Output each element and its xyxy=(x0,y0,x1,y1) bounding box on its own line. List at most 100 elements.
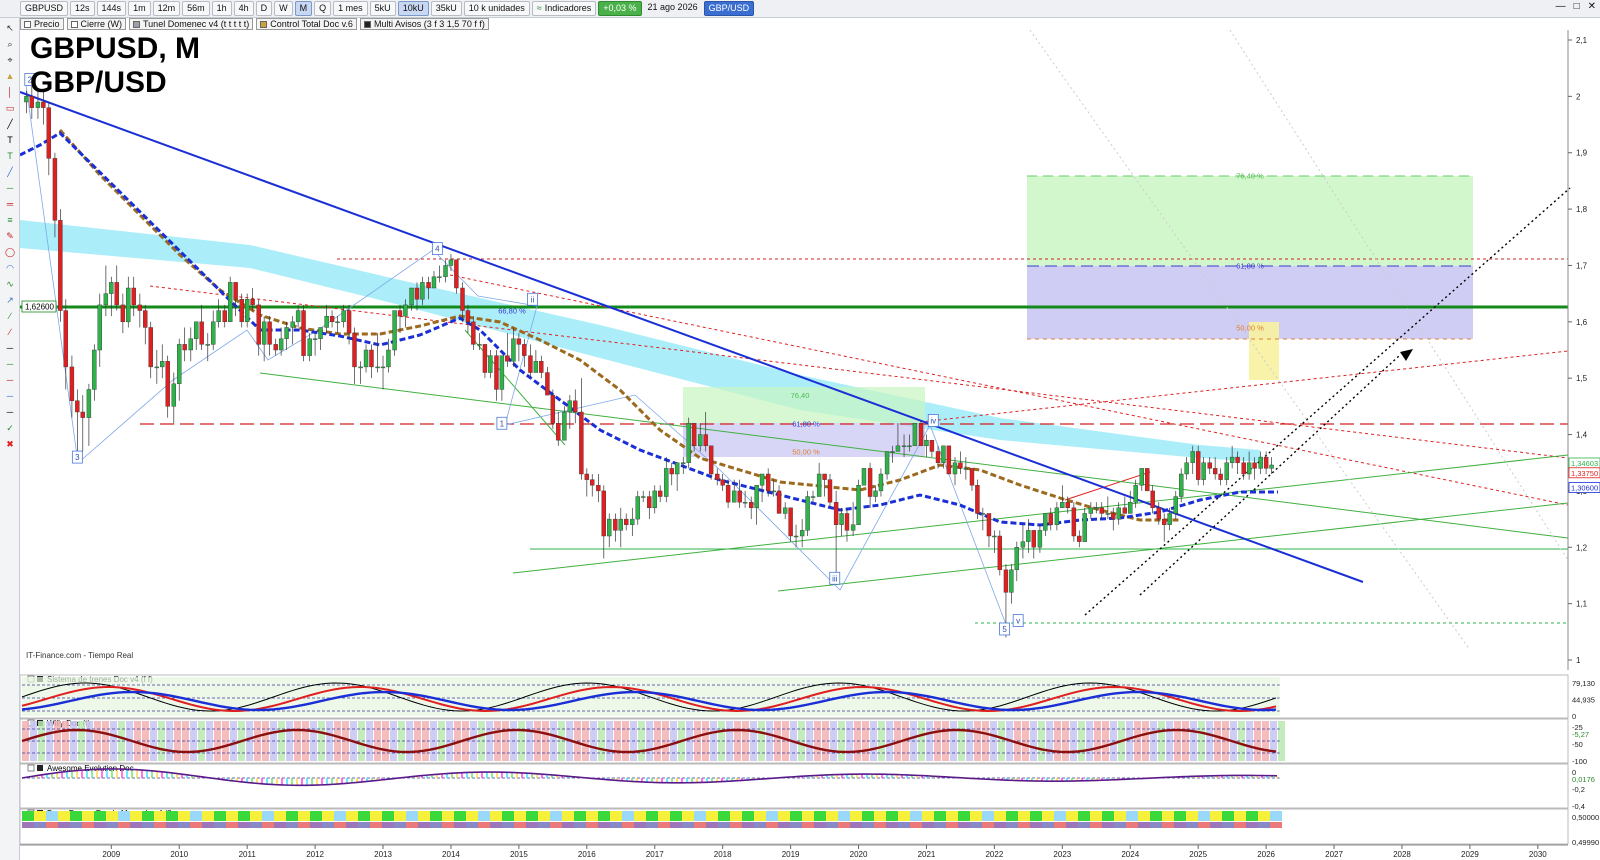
restore-icon[interactable]: □ xyxy=(1574,1,1580,12)
force-bar xyxy=(22,811,34,821)
panel-tick-label: 79,130 xyxy=(1572,679,1595,688)
red-hline-tool-icon[interactable]: ─ xyxy=(3,374,17,386)
red-line-tool-icon[interactable]: ∕ xyxy=(3,326,17,338)
timeframe-button[interactable]: 144s xyxy=(96,1,127,16)
timeframe-button[interactable]: 1m xyxy=(128,1,151,16)
force-bar xyxy=(1054,811,1066,821)
checkmark-icon[interactable]: ✓ xyxy=(3,422,17,434)
text-tool-icon[interactable]: T xyxy=(3,134,17,146)
candle-body xyxy=(765,473,771,492)
indicator-legend-item[interactable]: Multi Avisos (3 f 3 1,5 70 f f) xyxy=(359,18,489,30)
time-tick-label: 2020 xyxy=(850,850,868,859)
force-bar xyxy=(790,811,802,821)
timeframe-button[interactable]: Q xyxy=(314,1,332,16)
black-hline-tool-2-icon[interactable]: ─ xyxy=(3,406,17,418)
force-bar-bottom xyxy=(826,822,838,828)
candle-body xyxy=(284,327,289,339)
black-hline-tool-icon[interactable]: ─ xyxy=(3,342,17,354)
force-bar-bottom xyxy=(1006,822,1018,828)
force-bar xyxy=(1114,811,1126,821)
indicator-legend-item[interactable]: Control Total Doc v.6 xyxy=(256,18,357,30)
panel-checkbox-icon[interactable] xyxy=(27,764,35,772)
candle-body xyxy=(850,524,856,531)
minimize-icon[interactable]: — xyxy=(1556,1,1566,12)
volume-button[interactable]: 10kU xyxy=(397,1,429,16)
candle-body xyxy=(465,310,471,323)
candle-body xyxy=(516,338,522,345)
price-tag-text: 1,33750 xyxy=(1571,469,1598,478)
indicator-legend-item[interactable]: Precio xyxy=(20,18,64,30)
force-bar xyxy=(382,811,394,821)
price-tick-label: 1,7 xyxy=(1576,261,1588,270)
time-tick-label: 2029 xyxy=(1461,850,1479,859)
symbol-selector[interactable]: GBPUSD xyxy=(20,1,69,16)
indicator-legend-item[interactable]: Cierre (W) xyxy=(66,18,127,30)
volume-button[interactable]: 5kU xyxy=(369,1,396,16)
arrow-tool-icon[interactable]: ↗ xyxy=(3,294,17,306)
force-bar-bottom xyxy=(274,822,286,828)
timeframe-button[interactable]: 12s xyxy=(70,1,95,16)
timeframe-button[interactable]: 12m xyxy=(152,1,181,16)
units-selector[interactable]: 10 k unidades xyxy=(463,1,530,16)
timeframe-button[interactable]: M xyxy=(294,1,313,16)
fib-label-upper: 50,00 % xyxy=(1236,323,1264,332)
candle-body xyxy=(63,310,68,368)
fib-label-lower: 61,80 % xyxy=(792,419,820,428)
candle-body xyxy=(975,485,980,514)
force-bar xyxy=(142,811,154,821)
timeframe-button[interactable]: 56m xyxy=(182,1,210,16)
trendline-tool-icon[interactable]: ╱ xyxy=(3,166,17,178)
force-bar-bottom xyxy=(898,822,910,828)
channel-tool-icon[interactable]: ═ xyxy=(3,198,17,210)
pen-tool-icon[interactable]: ∕ xyxy=(3,310,17,322)
rectangle-tool-icon[interactable]: ▭ xyxy=(3,102,17,114)
wave-label-text: iv xyxy=(930,416,936,425)
force-bar-bottom xyxy=(490,822,502,828)
pencil-tool-icon[interactable]: ✎ xyxy=(3,230,17,242)
candle-body xyxy=(482,344,488,373)
force-bar xyxy=(1090,811,1102,821)
line-tool-icon[interactable]: ╱ xyxy=(3,118,17,130)
force-bar xyxy=(946,811,958,821)
timeframe-button[interactable]: W xyxy=(274,1,293,16)
green-hline-tool-icon[interactable]: ─ xyxy=(3,358,17,370)
force-bar-bottom xyxy=(406,822,418,828)
ellipse-tool-icon[interactable]: ◯ xyxy=(3,246,17,258)
timeframe-button[interactable]: 4h xyxy=(233,1,254,16)
level-label-1626: 1,62600 xyxy=(21,300,57,313)
zoom-area-icon[interactable]: ⌖ xyxy=(3,54,17,66)
wave-tool-icon[interactable]: ∿ xyxy=(3,278,17,290)
indicators-button[interactable]: ≈ Indicadores xyxy=(531,1,597,16)
ruler-tool-icon[interactable]: │ xyxy=(3,86,17,98)
candle-body xyxy=(1105,513,1111,515)
zoom-tool-icon[interactable]: ⌕ xyxy=(3,38,17,50)
force-bar-bottom xyxy=(730,822,742,828)
gbpusd-monthly-chart[interactable]: 2,121,91,81,71,61,51,41,31,21,11 1,34603… xyxy=(0,0,1600,860)
delete-icon[interactable]: ✖ xyxy=(3,438,17,450)
force-bar-bottom xyxy=(958,822,970,828)
blue-hline-tool-icon[interactable]: ─ xyxy=(3,390,17,402)
timeframe-button[interactable]: D xyxy=(255,1,273,16)
force-bar xyxy=(514,811,526,821)
timeframe-button[interactable]: 1h xyxy=(211,1,232,16)
indicator-panel-frame xyxy=(19,763,1569,809)
force-bar-bottom xyxy=(1162,822,1174,828)
fib-tool-icon[interactable]: ≡ xyxy=(3,214,17,226)
force-bar-bottom xyxy=(454,822,466,828)
close-icon[interactable]: ✕ xyxy=(1588,1,1596,12)
candle-body xyxy=(477,344,482,346)
candle-body xyxy=(24,96,29,103)
period-selector[interactable]: 1 mes xyxy=(333,1,368,16)
hline-tool-icon[interactable]: ─ xyxy=(3,182,17,194)
measure-tool-icon[interactable]: ▲ xyxy=(3,70,17,82)
force-bar xyxy=(286,811,298,821)
date-label: 21 ago 2026 xyxy=(647,2,698,12)
force-bar xyxy=(754,811,766,821)
arc-tool-icon[interactable]: ◠ xyxy=(3,262,17,274)
cursor-tool-icon[interactable]: ↖ xyxy=(3,22,17,34)
volume-button[interactable]: 35kU xyxy=(430,1,462,16)
label-tool-icon[interactable]: T xyxy=(3,150,17,162)
candle-body xyxy=(1060,501,1065,509)
force-bar-bottom xyxy=(1174,822,1186,828)
indicator-legend-item[interactable]: Tunel Domenec v4 (t t t t t) xyxy=(129,18,254,30)
